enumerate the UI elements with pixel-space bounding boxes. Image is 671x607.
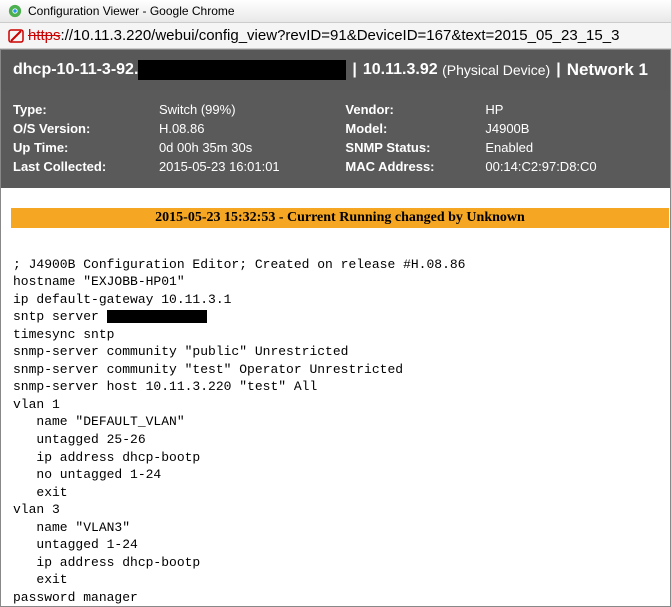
app-icon [8,4,22,18]
separator: | [556,61,560,79]
device-info-grid: Type: Switch (99%) Vendor: HP O/S Versio… [1,90,670,188]
snmp-value: Enabled [485,138,658,157]
window-titlebar: Configuration Viewer - Google Chrome [0,0,671,23]
change-banner: 2015-05-23 15:32:53 - Current Running ch… [1,208,670,228]
table-row: Last Collected: 2015-05-23 16:01:01 MAC … [13,157,658,176]
uptime-value: 0d 00h 35m 30s [159,138,345,157]
vendor-value: HP [485,100,658,119]
table-row: O/S Version: H.08.86 Model: J4900B [13,119,658,138]
mac-value: 00:14:C2:97:D8:C0 [485,157,658,176]
url-text: https://10.11.3.220/webui/config_view?re… [28,27,619,44]
url-rest: ://10.11.3.220/webui/config_view?revID=9… [61,27,620,44]
config-text: ; J4900B Configuration Editor; Created o… [1,228,670,606]
page-content: dhcp-10-11-3-92. | 10.11.3.92 (Physical … [0,49,671,607]
table-row: Type: Switch (99%) Vendor: HP [13,100,658,119]
device-hostname: dhcp-10-11-3-92. [13,61,138,79]
window-title: Configuration Viewer - Google Chrome [28,4,235,18]
security-warning-icon [8,28,24,44]
type-label: Type: [13,100,159,119]
redacted-block [107,310,207,323]
lastcollected-label: Last Collected: [13,157,159,176]
mac-label: MAC Address: [345,157,485,176]
config-post: timesync sntp snmp-server community "pub… [13,327,403,605]
table-row: Up Time: 0d 00h 35m 30s SNMP Status: Ena… [13,138,658,157]
url-scheme: https [28,27,61,44]
device-ip: 10.11.3.92 [363,61,438,79]
device-header: dhcp-10-11-3-92. | 10.11.3.92 (Physical … [1,50,670,90]
network-label: Network 1 [567,60,648,80]
model-value: J4900B [485,119,658,138]
address-bar[interactable]: https://10.11.3.220/webui/config_view?re… [0,23,671,49]
snmp-label: SNMP Status: [345,138,485,157]
model-label: Model: [345,119,485,138]
vendor-label: Vendor: [345,100,485,119]
uptime-label: Up Time: [13,138,159,157]
config-pre: ; J4900B Configuration Editor; Created o… [13,257,465,325]
type-value: Switch (99%) [159,100,345,119]
os-value: H.08.86 [159,119,345,138]
separator: | [352,61,356,79]
spacer [1,188,670,208]
device-physical-label: (Physical Device) [442,62,550,78]
redacted-block [138,60,346,80]
os-label: O/S Version: [13,119,159,138]
lastcollected-value: 2015-05-23 16:01:01 [159,157,345,176]
